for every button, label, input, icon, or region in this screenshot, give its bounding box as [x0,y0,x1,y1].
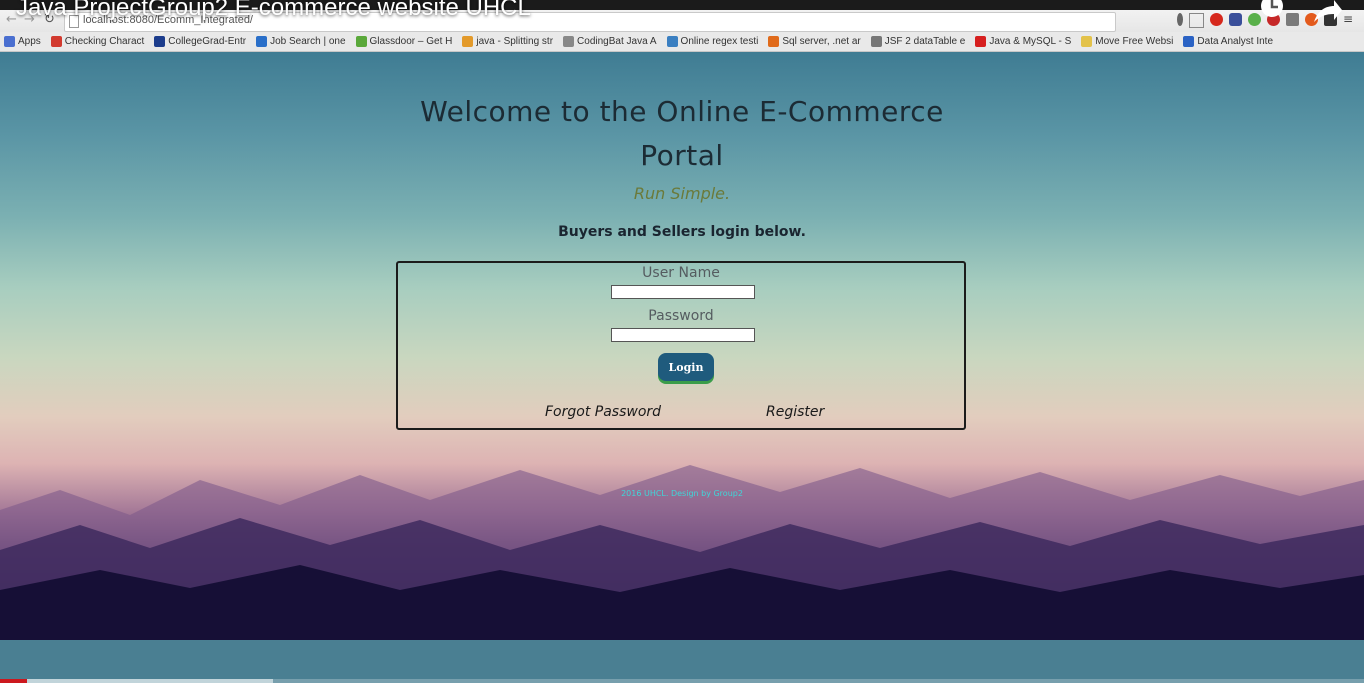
login-form: User Name Password Login Forgot Password… [396,261,966,430]
bookmark-item[interactable]: Job Search | one [256,36,346,47]
opera-icon[interactable] [1210,13,1223,26]
menu-icon[interactable]: ≡ [1343,13,1356,26]
bookmark-label: Glassdoor – Get H [369,36,453,47]
forgot-password-link[interactable]: Forgot Password [545,404,661,420]
bookmark-favicon-icon [1183,36,1195,47]
bookmark-item[interactable]: java - Splitting str [462,36,553,47]
username-input[interactable] [611,285,755,299]
bookmark-favicon-icon [4,36,15,47]
bookmarks-bar: Apps Checking Charact CollegeGrad-Entr Job … [0,32,1364,52]
bookmark-favicon-icon [154,36,166,47]
bookmark-favicon-icon [870,36,882,47]
bookmark-label: Java & MySQL - S [989,36,1072,47]
login-instructions: Buyers and Sellers login below. [558,224,806,240]
video-title[interactable]: Java ProjectGroup2 E-commerce website UH… [16,0,531,22]
bookmark-item[interactable]: Apps [4,36,41,47]
bookmark-favicon-icon [768,36,780,47]
bookmark-item[interactable]: Glassdoor – Get H [355,36,453,47]
bookmark-item[interactable]: Move Free Websi [1081,36,1173,47]
bookmark-favicon-icon [50,36,62,47]
mountain-background [0,465,1364,640]
location-icon[interactable] [1177,13,1183,26]
footer-copyright: 2016 UHCL. Design by Group2 [621,489,743,498]
bookmark-favicon-icon [666,36,678,47]
bookmark-item[interactable]: CollegeGrad-Entr [154,36,246,47]
shield-icon[interactable] [1229,13,1242,26]
share-icon[interactable] [1310,0,1342,28]
bookmark-item[interactable]: Checking Charact [50,36,145,47]
video-progress-bar[interactable] [0,679,28,683]
bookmark-label: Online regex testi [680,36,759,47]
page-title: Welcome to the Online E-Commerce Portal [420,95,944,172]
bookmark-favicon-icon [563,36,575,47]
bookmark-item[interactable]: CodingBat Java A [563,36,657,47]
bookmark-label: java - Splitting str [476,36,554,47]
bookmark-label: Job Search | one [270,36,346,47]
star-icon[interactable] [1189,13,1204,28]
register-link[interactable]: Register [766,404,824,420]
bookmark-favicon-icon [975,36,987,47]
bookmark-label: Sql server, .net ar [782,36,861,47]
video-buffer-bar [0,679,273,683]
bookmark-label: Move Free Websi [1095,36,1174,47]
bookmark-favicon-icon [1081,36,1093,47]
bookmark-item[interactable]: Sql server, .net ar [768,36,861,47]
bookmark-item[interactable]: Data Analyst Inte [1183,36,1273,47]
tagline: Run Simple. [633,184,731,203]
bookmark-label: Checking Charact [64,36,145,47]
watch-later-icon[interactable] [1256,0,1288,24]
bookmark-item[interactable]: JSF 2 dataTable e [870,36,966,47]
bookmark-label: CodingBat Java A [577,36,657,47]
bookmark-label: Data Analyst Inte [1197,36,1274,47]
bookmark-favicon-icon [462,36,474,47]
bookmark-label: Apps [18,36,41,47]
bookmark-item[interactable]: Java & MySQL - S [975,36,1071,47]
login-button[interactable]: Login [658,353,714,381]
bookmark-label: CollegeGrad-Entr [168,36,247,47]
video-letterbox [0,640,1364,683]
bookmark-item[interactable]: Online regex testi [666,36,759,47]
page-content: Welcome to the Online E-Commerce Portal … [0,52,1364,640]
bookmark-favicon-icon [355,36,367,47]
username-label: User Name [642,265,720,281]
bookmark-label: JSF 2 dataTable e [884,36,966,47]
password-label: Password [648,308,714,324]
password-input[interactable] [611,328,755,342]
bookmark-favicon-icon [256,36,268,47]
